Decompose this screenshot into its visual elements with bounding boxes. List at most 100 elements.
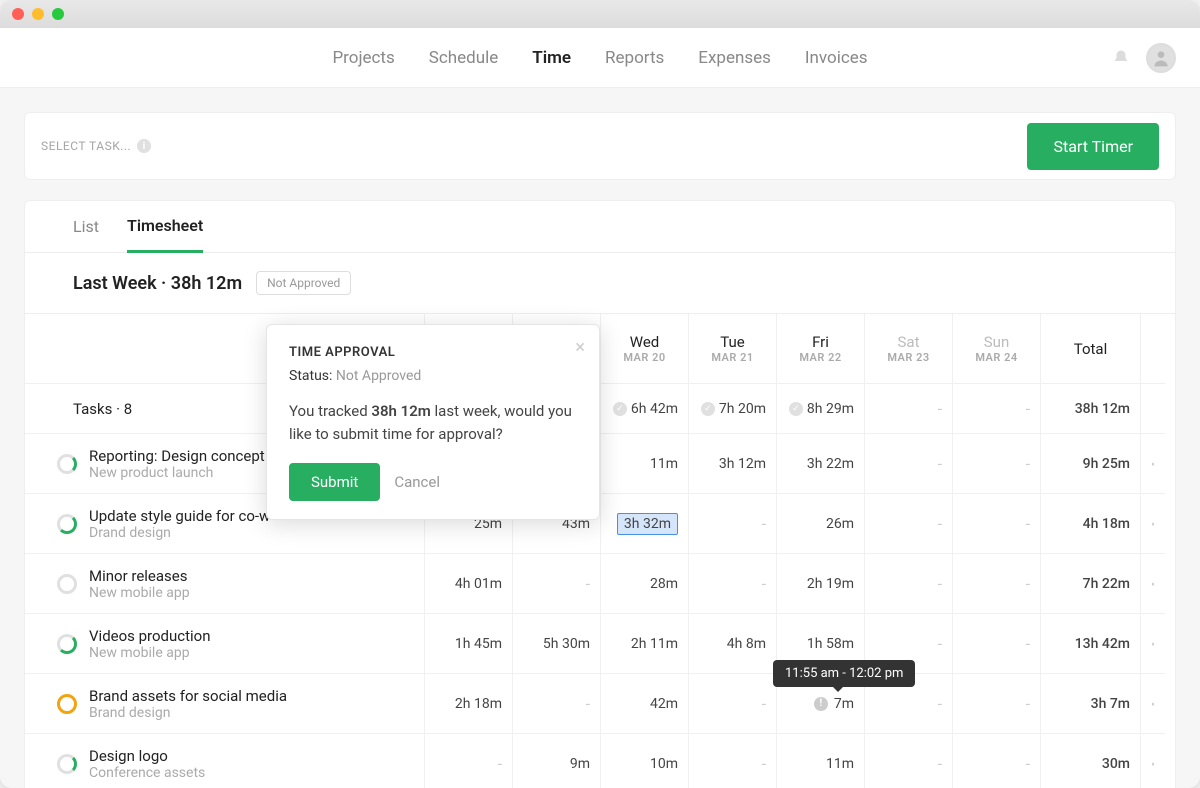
cell-3-6[interactable]: - <box>953 614 1041 674</box>
cell-5-1[interactable]: 9m <box>513 734 601 788</box>
cell-0-5[interactable]: - <box>865 434 953 494</box>
cell-2-0[interactable]: 4h 01m <box>425 554 513 614</box>
trash-4[interactable] <box>1141 674 1165 734</box>
col-hdr-5: SatMAR 23 <box>865 314 953 384</box>
maximize-icon[interactable] <box>52 8 64 20</box>
trash-5[interactable] <box>1141 734 1165 788</box>
popover-title: TIME APPROVAL <box>289 345 577 360</box>
cell-2-2[interactable]: 28m <box>601 554 689 614</box>
progress-icon <box>57 754 77 774</box>
cell-2-4[interactable]: 2h 19m <box>777 554 865 614</box>
col-hdr-trash <box>1141 314 1165 384</box>
cell-1-2[interactable]: 3h 32m <box>601 494 689 554</box>
cell-2-5[interactable]: - <box>865 554 953 614</box>
summary-cell-6: - <box>953 384 1041 434</box>
info-icon[interactable]: i <box>137 139 151 153</box>
trash-icon[interactable] <box>1151 697 1155 711</box>
macos-titlebar <box>0 0 1200 28</box>
cell-0-4[interactable]: 3h 22m <box>777 434 865 494</box>
col-hdr-total: Total <box>1041 314 1141 384</box>
col-hdr-2: WedMAR 20 <box>601 314 689 384</box>
approval-badge[interactable]: Not Approved <box>256 271 351 295</box>
task-project: Conference assets <box>89 765 205 781</box>
nav-item-schedule[interactable]: Schedule <box>429 48 498 68</box>
row-total-2: 7h 22m <box>1041 554 1141 614</box>
nav-item-reports[interactable]: Reports <box>605 48 664 68</box>
close-icon[interactable]: × <box>575 339 585 357</box>
notification-icon[interactable] <box>1112 49 1130 67</box>
cell-3-1[interactable]: 5h 30m <box>513 614 601 674</box>
cell-1-6[interactable]: - <box>953 494 1041 554</box>
summary-trash <box>1141 384 1165 434</box>
trash-2[interactable] <box>1141 554 1165 614</box>
cell-4-2[interactable]: 42m <box>601 674 689 734</box>
task-cell-3[interactable]: Videos productionNew mobile app <box>25 614 425 674</box>
cell-5-0[interactable]: - <box>425 734 513 788</box>
cell-4-1[interactable]: - <box>513 674 601 734</box>
avatar[interactable] <box>1146 43 1176 73</box>
nav-item-projects[interactable]: Projects <box>332 48 394 68</box>
col-hdr-3: TueMAR 21 <box>689 314 777 384</box>
col-hdr-6: SunMAR 24 <box>953 314 1041 384</box>
task-cell-2[interactable]: Minor releasesNew mobile app <box>25 554 425 614</box>
summary-cell-2: ✓6h 42m <box>601 384 689 434</box>
task-name: Videos production <box>89 627 211 645</box>
week-header: Last Week · 38h 12m Not Approved <box>25 253 1175 314</box>
cell-1-4[interactable]: 26m <box>777 494 865 554</box>
nav-item-time[interactable]: Time <box>532 48 571 68</box>
cell-5-5[interactable]: - <box>865 734 953 788</box>
task-cell-5[interactable]: Design logoConference assets <box>25 734 425 788</box>
cell-5-4[interactable]: 11m <box>777 734 865 788</box>
cell-3-3[interactable]: 4h 8m <box>689 614 777 674</box>
progress-icon <box>57 574 77 594</box>
trash-0[interactable] <box>1141 434 1165 494</box>
summary-total: 38h 12m <box>1041 384 1141 434</box>
cell-4-6[interactable]: - <box>953 674 1041 734</box>
task-name: Minor releases <box>89 567 187 585</box>
cell-0-6[interactable]: - <box>953 434 1041 494</box>
cell-3-2[interactable]: 2h 11m <box>601 614 689 674</box>
task-name: Reporting: Design concept c <box>89 447 276 465</box>
trash-icon[interactable] <box>1151 457 1155 471</box>
trash-icon[interactable] <box>1151 637 1155 651</box>
summary-cell-5: - <box>865 384 953 434</box>
nav-item-expenses[interactable]: Expenses <box>698 48 771 68</box>
cell-5-3[interactable]: - <box>689 734 777 788</box>
tab-timesheet[interactable]: Timesheet <box>127 201 203 253</box>
row-total-5: 30m <box>1041 734 1141 788</box>
cell-4-0[interactable]: 2h 18m <box>425 674 513 734</box>
submit-button[interactable]: Submit <box>289 463 380 501</box>
cancel-button[interactable]: Cancel <box>394 473 440 491</box>
popover-status: Status: Not Approved <box>289 368 577 384</box>
cell-0-2[interactable]: 11m <box>601 434 689 494</box>
minimize-icon[interactable] <box>32 8 44 20</box>
cell-0-3[interactable]: 3h 12m <box>689 434 777 494</box>
nav-item-invoices[interactable]: Invoices <box>805 48 868 68</box>
cell-2-6[interactable]: - <box>953 554 1041 614</box>
time-tooltip: 11:55 am - 12:02 pm <box>773 660 915 687</box>
progress-icon <box>57 694 77 714</box>
cell-3-0[interactable]: 1h 45m <box>425 614 513 674</box>
trash-icon[interactable] <box>1151 517 1155 531</box>
task-project: New product launch <box>89 465 213 481</box>
task-name: Design logo <box>89 747 168 765</box>
task-cell-4[interactable]: Brand assets for social mediaBrand desig… <box>25 674 425 734</box>
trash-3[interactable] <box>1141 614 1165 674</box>
progress-icon <box>57 454 77 474</box>
task-project: New mobile app <box>89 585 190 601</box>
start-timer-button[interactable]: Start Timer <box>1027 123 1159 170</box>
cell-1-5[interactable]: - <box>865 494 953 554</box>
cell-1-3[interactable]: - <box>689 494 777 554</box>
tab-list[interactable]: List <box>73 201 99 253</box>
cell-4-3[interactable]: - <box>689 674 777 734</box>
close-icon[interactable] <box>12 8 24 20</box>
row-total-0: 9h 25m <box>1041 434 1141 494</box>
task-select-input[interactable]: SELECT TASK... i <box>41 139 151 153</box>
cell-5-6[interactable]: - <box>953 734 1041 788</box>
cell-2-3[interactable]: - <box>689 554 777 614</box>
trash-icon[interactable] <box>1151 757 1155 771</box>
cell-2-1[interactable]: - <box>513 554 601 614</box>
trash-1[interactable] <box>1141 494 1165 554</box>
cell-5-2[interactable]: 10m <box>601 734 689 788</box>
trash-icon[interactable] <box>1151 577 1155 591</box>
